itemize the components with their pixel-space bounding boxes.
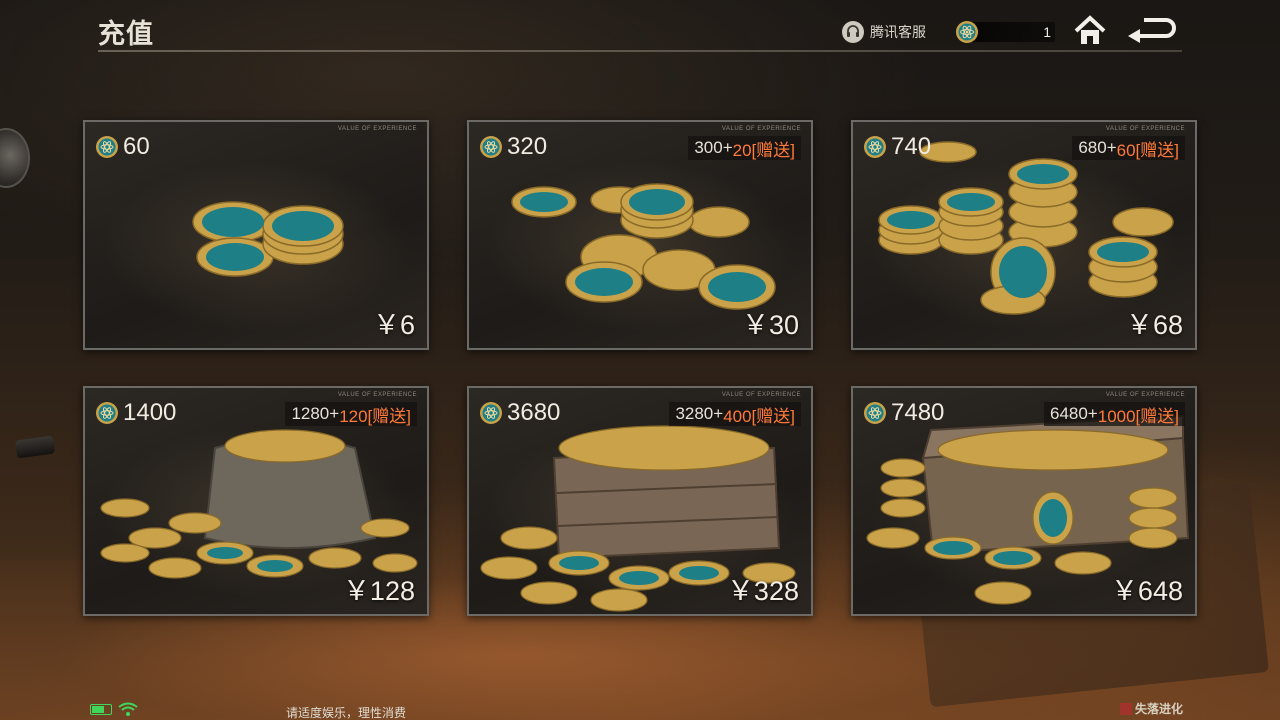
card-tag: VALUE OF EXPERIENCE — [721, 126, 801, 132]
package-card-2[interactable]: VALUE OF EXPERIENCE 320 300+ 20[赠送] ￥30 — [467, 120, 813, 350]
card-amount-value: 3680 — [507, 399, 561, 426]
atom-coin-icon — [96, 136, 118, 158]
bonus-extra: 60[赠送] — [1116, 140, 1179, 160]
package-card-3[interactable]: VALUE OF EXPERIENCE 740 680+ 60[赠送] ￥68 — [851, 120, 1197, 350]
bonus-base: 300+ — [694, 138, 733, 157]
package-card-5[interactable]: VALUE OF EXPERIENCE 3680 3280+ 400[赠送] ￥3… — [467, 386, 813, 616]
card-amount-value: 7480 — [891, 399, 945, 426]
back-arrow-icon — [1128, 18, 1176, 43]
bonus-base: 3280+ — [675, 404, 724, 423]
card-bonus: 680+ 60[赠送] — [1072, 136, 1185, 160]
atom-coin-icon — [864, 136, 886, 158]
card-bonus: 3280+ 400[赠送] — [669, 402, 801, 426]
game-logo: 失落进化 — [1120, 700, 1183, 717]
bonus-base: 1280+ — [291, 404, 340, 423]
header: 充值 腾讯客服 1 — [0, 0, 1280, 60]
card-amount: 320 — [479, 133, 548, 160]
card-price: ￥328 — [726, 576, 799, 606]
back-button[interactable] — [1126, 16, 1178, 46]
home-button[interactable] — [1073, 14, 1107, 48]
atom-coin-icon — [480, 402, 502, 424]
currency-balance: 1 — [955, 20, 1055, 44]
battery-level — [92, 705, 104, 713]
card-tag: VALUE OF EXPERIENCE — [337, 126, 417, 132]
status-indicators — [90, 702, 138, 716]
card-amount-value: 320 — [507, 133, 548, 160]
wifi-icon — [118, 702, 138, 716]
atom-coin-icon — [96, 402, 118, 424]
card-tag: VALUE OF EXPERIENCE — [1105, 126, 1185, 132]
home-icon — [1074, 15, 1106, 44]
header-divider — [98, 50, 1182, 52]
card-bonus: 6480+ 1000[赠送] — [1043, 402, 1185, 426]
currency-value: 1 — [1043, 24, 1051, 40]
card-amount-value: 740 — [891, 133, 932, 160]
card-amount: 60 — [95, 133, 150, 160]
package-card-6[interactable]: VALUE OF EXPERIENCE 7480 6480+ 1000[赠送] ￥… — [851, 386, 1197, 616]
bonus-extra: 20[赠送] — [732, 140, 795, 160]
customer-service-button[interactable]: 腾讯客服 — [842, 20, 926, 44]
moderation-notice: 请适度娱乐，理性消费 — [286, 706, 407, 720]
card-tag: VALUE OF EXPERIENCE — [337, 392, 417, 398]
card-price: ￥68 — [1125, 310, 1183, 340]
atom-coin-icon — [480, 136, 502, 158]
atom-coin-icon — [956, 21, 978, 43]
card-bonus: 300+ 20[赠送] — [688, 136, 801, 160]
card-tag: VALUE OF EXPERIENCE — [1105, 392, 1185, 398]
package-card-1[interactable]: VALUE OF EXPERIENCE 60 ￥6 — [83, 120, 429, 350]
card-amount: 3680 — [479, 399, 561, 426]
bonus-extra: 400[赠送] — [723, 406, 795, 426]
card-price: ￥30 — [741, 310, 799, 340]
atom-coin-icon — [864, 402, 886, 424]
currency-bar — [967, 22, 1055, 42]
bonus-extra: 120[赠送] — [339, 406, 411, 426]
page-title: 充值 — [98, 19, 154, 49]
card-tag: VALUE OF EXPERIENCE — [721, 392, 801, 398]
card-amount-value: 60 — [123, 133, 150, 160]
package-card-4[interactable]: VALUE OF EXPERIENCE 1400 1280+ 120[赠送] ￥1… — [83, 386, 429, 616]
bonus-extra: 1000[赠送] — [1097, 406, 1179, 426]
card-amount: 1400 — [95, 399, 177, 426]
battery-icon — [90, 703, 112, 715]
card-amount: 740 — [863, 133, 932, 160]
card-amount-value: 1400 — [123, 399, 177, 426]
customer-service-label: 腾讯客服 — [870, 24, 926, 40]
card-price: ￥128 — [342, 576, 415, 606]
logo-text: 失落进化 — [1135, 702, 1184, 716]
card-amount: 7480 — [863, 399, 945, 426]
card-price: ￥648 — [1110, 576, 1183, 606]
headset-icon — [842, 21, 864, 43]
bonus-base: 680+ — [1078, 138, 1117, 157]
card-bonus: 1280+ 120[赠送] — [285, 402, 417, 426]
bonus-base: 6480+ — [1049, 404, 1098, 423]
bullet-decoration — [14, 435, 56, 459]
side-medallion-decoration — [0, 128, 30, 188]
logo-mark-icon — [1120, 702, 1132, 715]
card-price: ￥6 — [372, 310, 415, 340]
